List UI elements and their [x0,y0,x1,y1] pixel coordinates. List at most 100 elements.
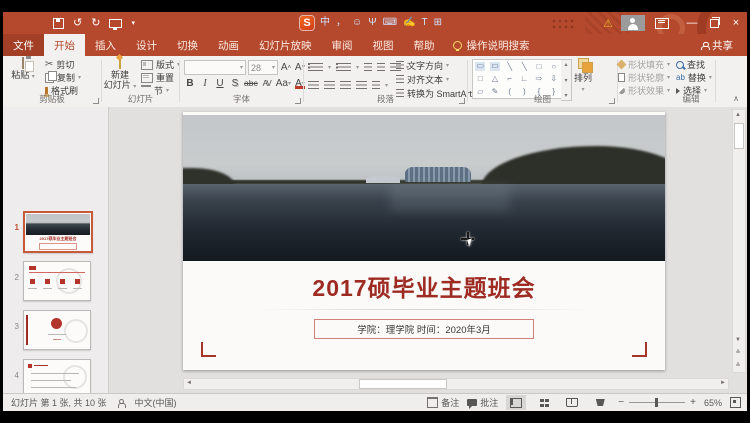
close-button[interactable]: × [725,12,747,34]
strikethrough-button[interactable]: abc [244,77,258,89]
slide-sorter-view-button[interactable] [534,395,554,410]
ime-logo-icon[interactable]: S [300,16,314,30]
share-button[interactable]: 共享 [687,34,747,56]
undo-icon[interactable]: ↺ [73,18,82,29]
language-indicator[interactable]: 中文(中国) [135,396,177,409]
shape-line[interactable]: ╲ [507,63,512,71]
user-avatar[interactable] [621,15,645,31]
save-icon[interactable] [53,18,64,29]
tab-design[interactable]: 设计 [126,34,167,56]
minimize-button[interactable]: — [681,12,703,34]
align-left-icon[interactable] [308,81,319,89]
next-slide-icon[interactable]: ≚ [733,361,743,372]
find-button[interactable]: 查找 [676,59,712,70]
comments-toggle[interactable]: 批注 [467,396,498,409]
shape-elbow[interactable]: ⌐ [507,75,512,83]
thumbnail-slide-3[interactable] [23,310,91,350]
shape-triangle[interactable]: △ [492,75,498,83]
layout-button[interactable]: 版式 ▾ [141,59,180,70]
tab-insert[interactable]: 插入 [85,34,126,56]
shape-line-arrow[interactable]: ╲ [522,63,527,71]
cut-button[interactable]: ✂剪切 [45,59,81,70]
increase-indent-icon[interactable] [377,63,385,71]
slide-thumbnail-panel[interactable]: 1 2017硕毕业主题班会 2 [3,107,109,393]
zoom-out-button[interactable]: − [618,397,624,408]
tab-file[interactable]: 文件 [3,34,44,56]
reading-view-button[interactable] [562,395,582,410]
slideshow-view-button[interactable] [590,395,610,410]
scroll-left-icon[interactable]: ◄ [184,379,194,387]
slide-info-box[interactable]: 学院：理学院 时间：2020年3月 [314,319,534,339]
text-shadow-button[interactable]: S [229,77,241,89]
shape-arrow-right[interactable]: ⇨ [536,75,543,83]
shape-angle[interactable]: ∟ [520,75,528,83]
zoom-in-button[interactable]: + [690,397,696,408]
numbering-icon[interactable] [336,63,351,71]
thumbnail-slide-4[interactable] [23,359,91,393]
tab-slideshow[interactable]: 幻灯片放映 [249,34,322,56]
align-right-icon[interactable] [340,81,351,89]
previous-slide-icon[interactable]: ≙ [733,348,743,359]
shape-oval[interactable]: ○ [551,63,556,71]
shape-rounded-rect[interactable]: □ [478,75,483,83]
ribbon-display-options-icon[interactable] [655,18,669,29]
fit-to-window-icon[interactable] [730,397,741,408]
scroll-up-icon[interactable]: ▲ [733,110,743,121]
tab-help[interactable]: 帮助 [404,34,445,56]
ime-toolbox-icon[interactable]: ⊞ [434,18,442,28]
thumbnail-slide-2[interactable] [23,261,91,301]
shape-rectangle[interactable]: □ [537,63,542,71]
replace-button[interactable]: ab替换 ▾ [676,72,712,83]
underline-button[interactable]: U [214,77,226,89]
drawing-dialog-launcher[interactable] [609,98,615,104]
shape-arrow-down[interactable]: ⇩ [550,75,557,83]
align-center-icon[interactable] [324,81,335,89]
paragraph-dialog-launcher[interactable] [459,98,465,104]
scroll-down-icon[interactable]: ▼ [733,335,743,346]
shape-recent-2[interactable]: ▭ [490,62,500,71]
tab-review[interactable]: 审阅 [322,34,363,56]
ime-language-icon[interactable]: 中 [320,18,330,28]
collapse-ribbon-icon[interactable]: ∧ [733,94,739,103]
zoom-percentage[interactable]: 65% [704,398,722,408]
slide-title-text[interactable]: 2017硕毕业主题班会 [183,269,665,303]
shape-outline-button[interactable]: 形状轮廓 ▾ [618,72,670,83]
align-text-button[interactable]: 对齐文本 ▾ [396,73,478,85]
slide-cover-photo[interactable] [183,115,665,261]
start-slideshow-icon[interactable] [109,19,122,28]
shape-effects-button[interactable]: 形状效果 ▾ [618,85,670,96]
font-dialog-launcher[interactable] [295,98,301,104]
text-direction-button[interactable]: 文字方向 ▾ [396,59,478,71]
horizontal-scroll-thumb[interactable] [359,379,447,389]
ime-punctuation-icon[interactable]: ， [336,18,346,28]
vertical-scroll-thumb[interactable] [734,123,744,149]
copy-button[interactable]: 复制 ▾ [45,72,81,83]
zoom-slider-thumb[interactable] [655,398,658,407]
warning-icon[interactable]: ⚠ [603,17,613,30]
tab-animations[interactable]: 动画 [208,34,249,56]
columns-icon[interactable] [372,81,380,89]
shapes-scroll-down-icon[interactable]: ▾ [564,77,567,84]
paste-button[interactable]: 粘贴 ▾ [6,58,40,81]
bold-button[interactable]: B [184,77,196,89]
ime-emoji-icon[interactable]: ☺ [352,18,362,28]
horizontal-scrollbar[interactable]: ◄ ► [183,378,729,390]
reset-button[interactable]: 重置 [141,72,180,83]
clipboard-dialog-launcher[interactable] [93,98,99,104]
bullets-icon[interactable] [308,63,323,71]
ime-skin-icon[interactable]: T [421,18,427,28]
grow-font-button[interactable]: A˄ [280,62,292,74]
restore-button[interactable] [703,12,725,34]
change-case-button[interactable]: Aa▾ [276,77,291,89]
justify-icon[interactable] [356,81,367,89]
customize-quick-access-icon[interactable]: ▾ [131,19,135,27]
ime-mic-icon[interactable]: Ψ [368,18,376,28]
redo-icon[interactable]: ↻ [91,18,100,29]
new-slide-button[interactable]: 新建 幻灯片 ▾ [103,58,137,91]
tab-transitions[interactable]: 切换 [167,34,208,56]
shape-recent-1[interactable]: ▭ [475,62,485,71]
slide-editor[interactable]: 2017硕毕业主题班会 学院：理学院 时间：2020年3月 [183,112,665,370]
accessibility-icon[interactable] [117,399,125,407]
normal-view-button[interactable] [506,395,526,410]
font-name-combobox[interactable]: ▾ [184,60,246,75]
